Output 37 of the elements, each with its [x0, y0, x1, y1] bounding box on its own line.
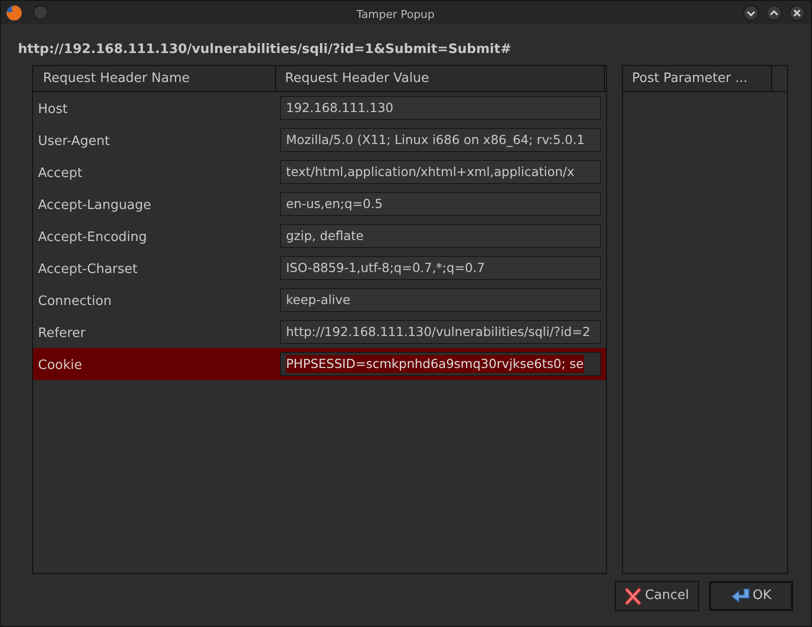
request-url: http://192.168.111.130/vulnerabilities/sqli/?id=1&Submit=Submit#	[18, 42, 512, 57]
header-name: Host	[38, 102, 68, 117]
header-value-field[interactable]: text/html,application/xhtml+xml,application/x	[280, 160, 601, 184]
browser-logo-icon	[6, 4, 22, 20]
header-value-field[interactable]: ISO-8859-1,utf-8;q=0.7,*;q=0.7	[280, 256, 601, 280]
header-row[interactable]: Connection keep-alive	[33, 284, 606, 316]
header-name: Cookie	[38, 358, 82, 373]
header-value-field[interactable]: keep-alive	[280, 288, 601, 312]
header-value-field[interactable]: 192.168.111.130	[280, 96, 601, 120]
header-name: Referer	[38, 326, 86, 341]
header-row[interactable]: Referer http://192.168.111.130/vulnerabilities/sqli/?id=2	[33, 316, 606, 348]
return-arrow-icon	[730, 588, 751, 604]
maximize-icon[interactable]	[766, 4, 782, 20]
header-row[interactable]: Cookie PHPSESSID=scmkpnhd6a9smq30rvjkse6ts0; se	[33, 348, 606, 380]
header-value-field[interactable]: PHPSESSID=scmkpnhd6a9smq30rvjkse6ts0; se	[280, 352, 601, 376]
window-title: Tamper Popup	[356, 8, 435, 20]
header-row[interactable]: Accept-Charset ISO-8859-1,utf-8;q=0.7,*;q=0.7	[33, 252, 606, 284]
cross-icon	[624, 588, 641, 604]
header-name: Connection	[38, 294, 112, 309]
header-value-field[interactable]: gzip, deflate	[280, 224, 601, 248]
header-name: User-Agent	[38, 134, 110, 149]
header-row[interactable]: User-Agent Mozilla/5.0 (X11; Linux i686 on x86_64; rv:5.0.1	[33, 124, 606, 156]
header-value-field[interactable]: Mozilla/5.0 (X11; Linux i686 on x86_64; rv:5.0.1	[280, 128, 601, 152]
header-name: Accept-Charset	[38, 262, 138, 277]
header-name: Accept-Encoding	[38, 230, 147, 245]
ok-button[interactable]: OK	[709, 581, 793, 611]
minimize-icon[interactable]	[743, 4, 759, 20]
header-value-field[interactable]: en-us,en;q=0.5	[280, 192, 601, 216]
header-name: Accept	[38, 166, 82, 181]
header-row[interactable]: Accept text/html,application/xhtml+xml,application/x	[33, 156, 606, 188]
header-row[interactable]: Accept-Language en-us,en;q=0.5	[33, 188, 606, 220]
header-name: Accept-Language	[38, 198, 152, 213]
close-icon[interactable]	[789, 4, 805, 20]
cancel-button[interactable]: Cancel	[615, 581, 699, 611]
header-row[interactable]: Host 192.168.111.130	[33, 92, 606, 124]
header-row[interactable]: Accept-Encoding gzip, deflate	[33, 220, 606, 252]
header-value-field[interactable]: http://192.168.111.130/vulnerabilities/sqli/?id=2	[280, 320, 601, 344]
